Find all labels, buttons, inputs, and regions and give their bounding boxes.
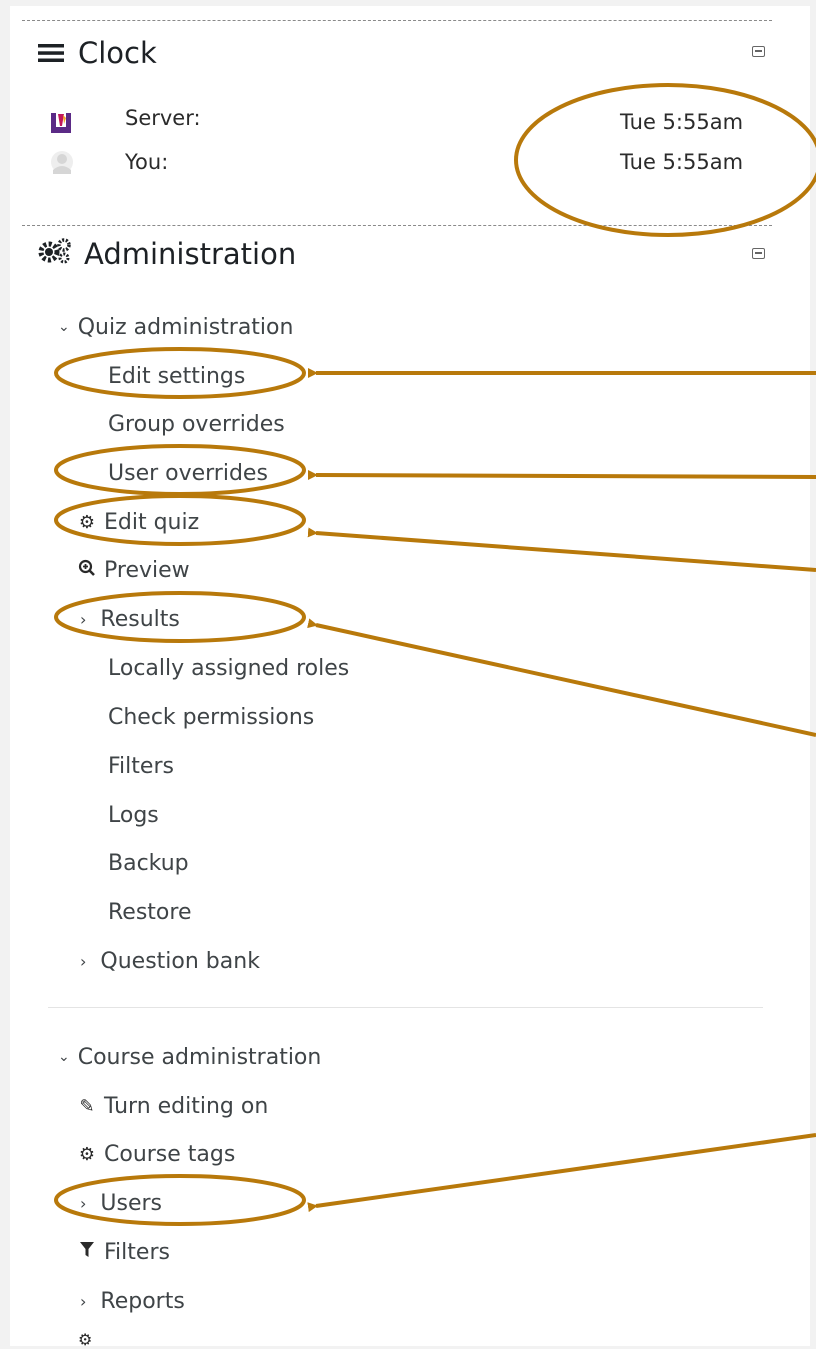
menu-group-overrides[interactable]: Group overrides [108,409,285,439]
menu-edit-settings[interactable]: Edit settings [108,361,245,391]
chevron-down-icon: ⌄ [58,319,70,335]
menu-reports[interactable]: › Reports [80,1286,185,1316]
administration-block-title: Administration [38,237,296,271]
menu-item-label: Turn editing on [104,1093,269,1119]
hamburger-icon [38,36,64,70]
menu-item-label: Reports [100,1288,185,1314]
menu-item-label: Filters [104,1239,170,1265]
menu-item-label: Restore [108,899,192,925]
section-divider [48,1007,763,1008]
menu-item-label: Check permissions [108,704,315,730]
chevron-right-icon: › [80,1291,87,1311]
menu-item-label: User overrides [108,460,268,486]
collapse-clock-icon[interactable] [752,46,765,57]
chevron-right-icon: › [80,951,87,971]
menu-item-label: Logs [108,802,159,828]
block-separator [22,225,772,226]
chevron-right-icon: › [80,609,87,629]
quiz-administration-label: Quiz administration [77,314,294,340]
user-avatar-icon [50,150,74,178]
menu-item-label: Backup [108,850,189,876]
menu-turn-editing-on[interactable]: ✎ Turn editing on [76,1091,268,1121]
menu-item-label: Users [100,1190,163,1216]
course-administration-label: Course administration [77,1044,322,1070]
gear-icon: ⚙ [78,1143,96,1165]
server-label: Server: [125,106,201,130]
menu-backup[interactable]: Backup [108,848,189,878]
clock-block-title: Clock [38,36,157,70]
menu-item-label: Question bank [100,948,260,974]
collapse-administration-icon[interactable] [752,248,765,259]
menu-item-label: Edit quiz [104,509,200,535]
menu-preview[interactable]: Preview [76,555,190,585]
menu-edit-quiz[interactable]: ⚙ Edit quiz [76,507,199,537]
menu-users[interactable]: › Users [80,1188,162,1218]
menu-locally-assigned-roles[interactable]: Locally assigned roles [108,653,349,683]
menu-item-label: Results [100,606,180,632]
block-separator [22,20,772,21]
menu-item-label: Edit settings [108,363,246,389]
menu-course-filters[interactable]: Filters [76,1237,170,1267]
pencil-icon: ✎ [79,1095,95,1117]
quiz-administration-toggle[interactable]: ⌄ Quiz administration [58,312,293,342]
filter-icon [76,1241,98,1263]
menu-check-permissions[interactable]: Check permissions [108,702,314,732]
menu-item-label: Preview [104,557,190,583]
you-label: You: [125,150,169,174]
chevron-down-icon: ⌄ [58,1049,70,1065]
menu-results[interactable]: › Results [80,604,180,634]
clock-title: Clock [78,36,157,70]
menu-item-label: Group overrides [108,411,285,437]
menu-restore[interactable]: Restore [108,897,191,927]
cogs-icon [38,237,72,271]
menu-question-bank[interactable]: › Question bank [80,946,260,976]
you-time: Tue 5:55am [620,150,744,174]
menu-item-label: Course tags [104,1141,236,1167]
course-administration-toggle[interactable]: ⌄ Course administration [58,1042,321,1072]
menu-filters[interactable]: Filters [108,751,174,781]
server-logo-icon [50,112,72,138]
gear-icon: ⚙ [78,511,96,533]
administration-title: Administration [84,237,297,271]
server-time: Tue 5:55am [620,110,744,134]
menu-course-tags[interactable]: ⚙ Course tags [76,1139,235,1169]
menu-logs[interactable]: Logs [108,800,159,830]
menu-item-label: Locally assigned roles [108,655,350,681]
gear-icon: ⚙ [78,1330,93,1349]
zoom-in-icon [76,559,98,582]
menu-item-label: Filters [108,753,174,779]
menu-user-overrides[interactable]: User overrides [108,458,268,488]
chevron-right-icon: › [80,1193,87,1213]
